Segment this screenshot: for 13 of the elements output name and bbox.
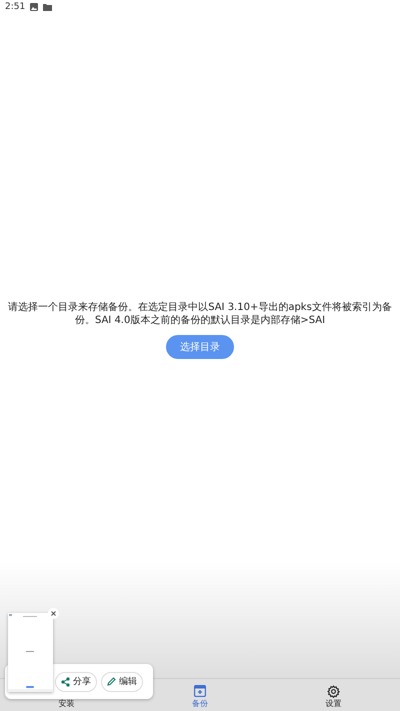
backup-icon bbox=[194, 685, 206, 697]
edit-button[interactable]: 编辑 bbox=[101, 672, 143, 692]
share-button[interactable]: 分享 bbox=[55, 672, 97, 692]
share-icon bbox=[61, 676, 70, 686]
status-time: 2:51 bbox=[5, 2, 26, 12]
close-icon[interactable] bbox=[48, 608, 59, 619]
image-icon bbox=[30, 3, 38, 11]
message-text: 请选择一个目录来存储备份。在选定目录中以SAI 3.10+导出的apks文件将被索引为备份。SAI 4.0版本之前的备份的默认目录是内部存储>SAI bbox=[7, 301, 393, 327]
pencil-icon bbox=[107, 677, 116, 686]
nav-tab[interactable]: 备份 bbox=[192, 684, 208, 711]
settings-icon bbox=[326, 684, 340, 698]
nav-tab[interactable]: 设置 bbox=[325, 684, 342, 711]
folder-icon bbox=[43, 3, 52, 11]
